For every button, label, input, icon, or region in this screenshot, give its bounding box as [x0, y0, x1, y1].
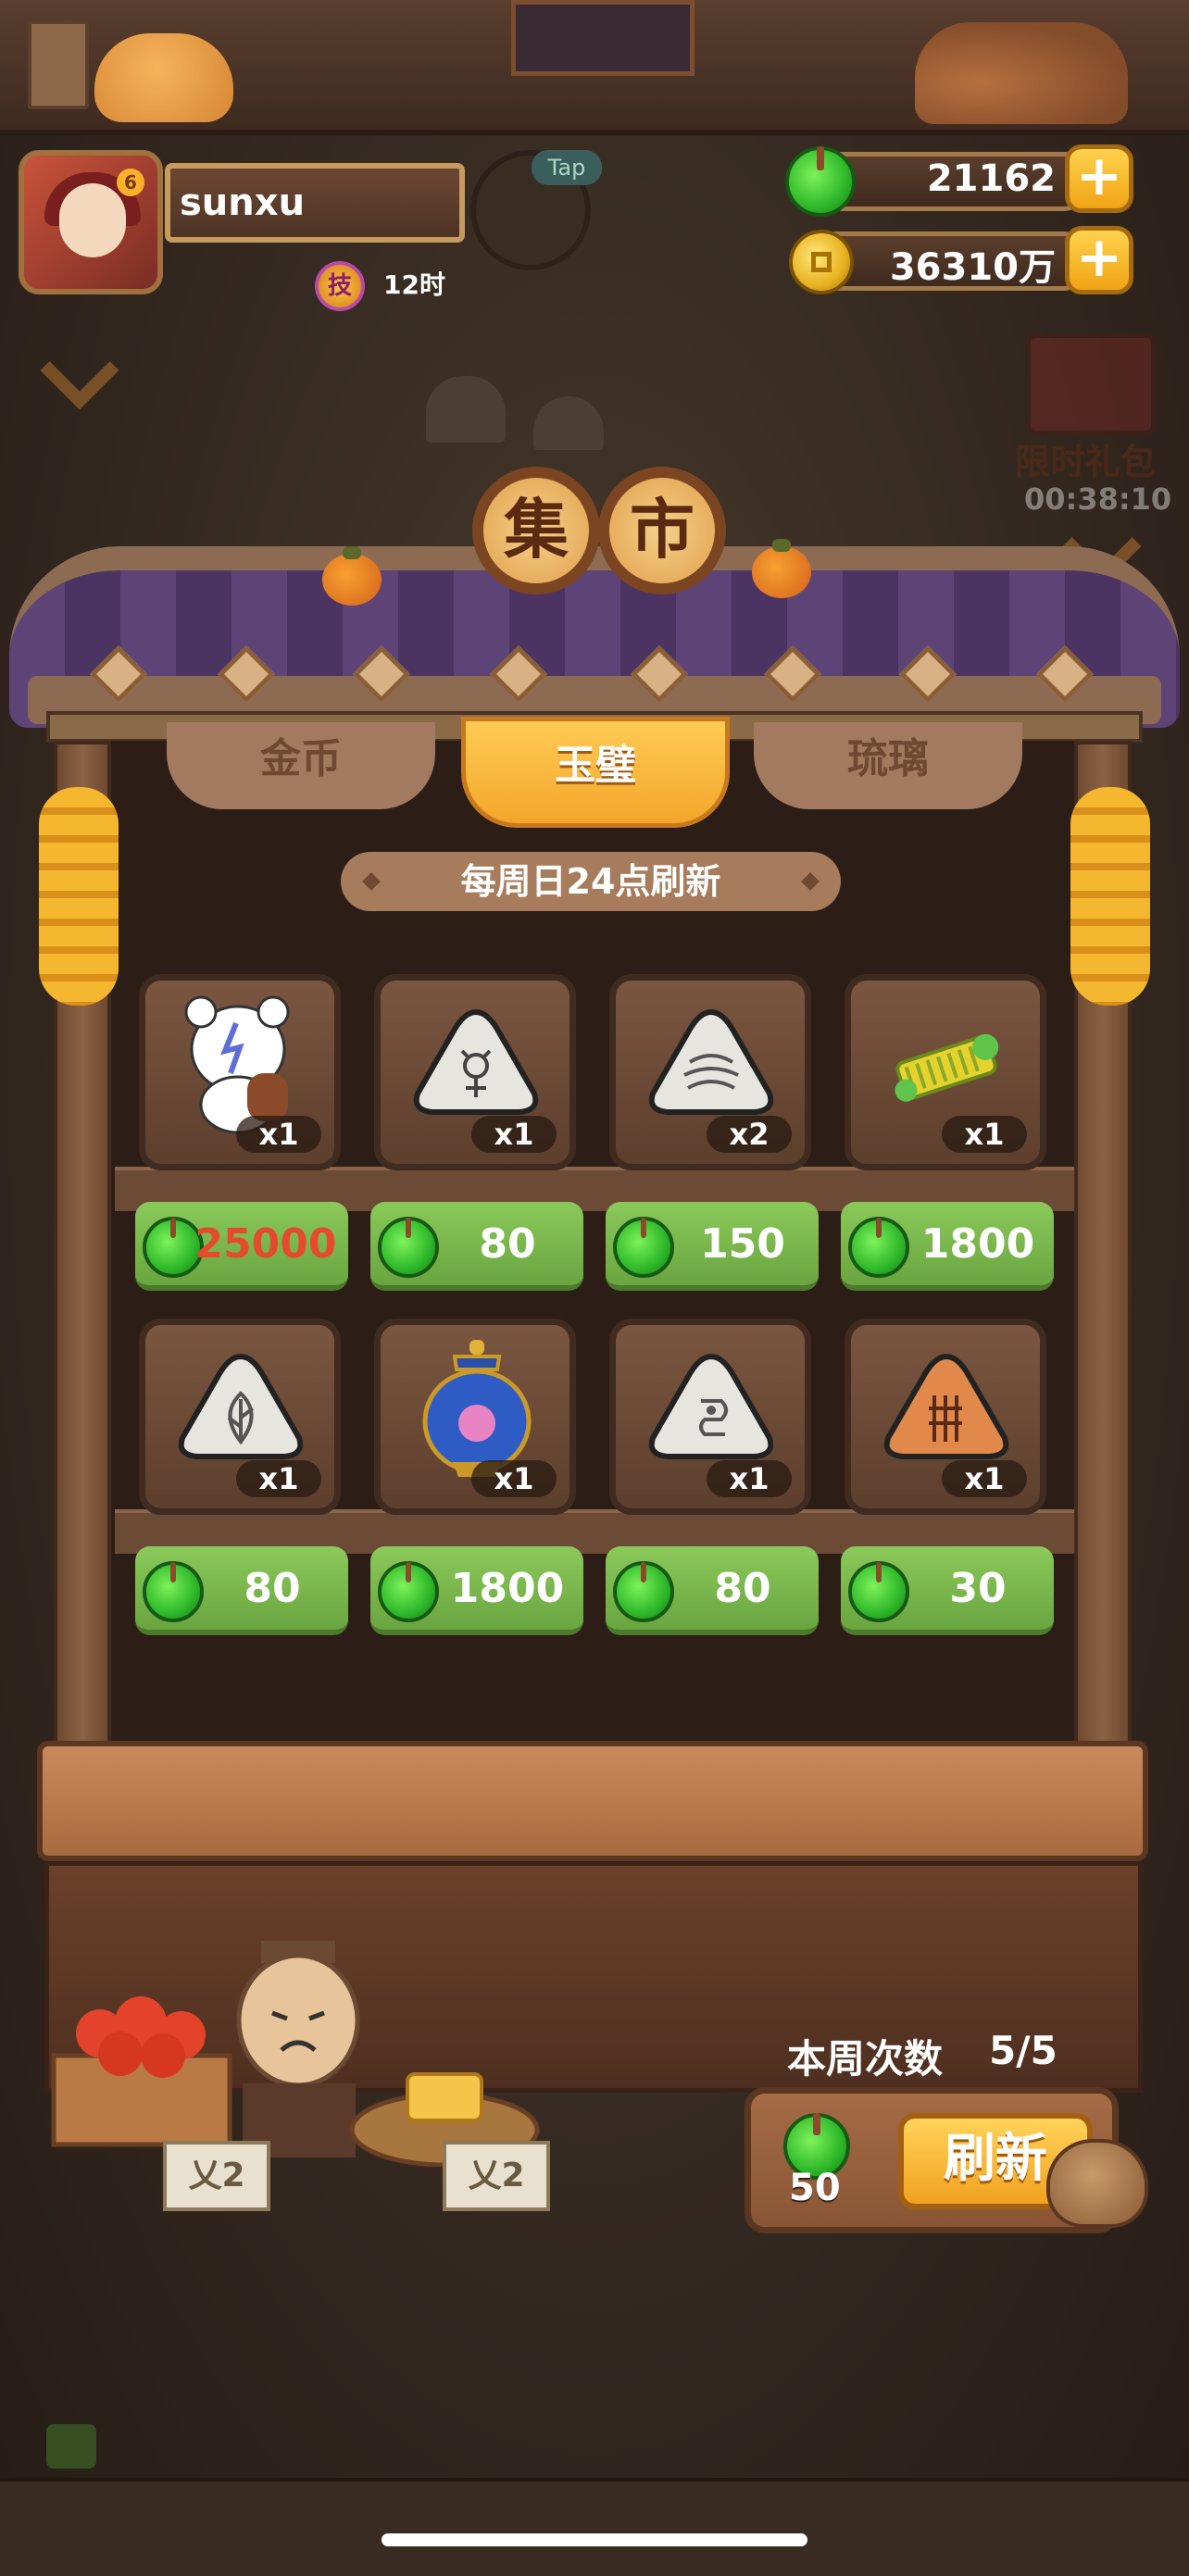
- hanging-corn-icon: [1070, 787, 1150, 1006]
- cat-mascot-icon: [94, 33, 233, 122]
- item-quantity: x1: [942, 1460, 1027, 1497]
- jade-currency-icon: [848, 1561, 909, 1622]
- tab-gold-coins[interactable]: 金币: [167, 722, 435, 809]
- price-button[interactable]: 1800: [841, 1202, 1054, 1291]
- price-sign: 乂2: [163, 2141, 270, 2211]
- price-button[interactable]: 80: [135, 1546, 348, 1635]
- ghost-figure-icon: [426, 376, 506, 443]
- player-avatar[interactable]: 6: [19, 150, 163, 294]
- price-button[interactable]: 1800: [370, 1546, 583, 1635]
- leaf-corner-icon[interactable]: [46, 2424, 96, 2469]
- price-button[interactable]: 150: [606, 1202, 819, 1291]
- item-quantity: x2: [707, 1116, 792, 1153]
- item-quantity: x1: [471, 1116, 557, 1153]
- item-slot[interactable]: x1: [609, 1319, 811, 1515]
- price-value: 80: [244, 1565, 301, 1612]
- price-value: 1800: [920, 1220, 1035, 1268]
- price-value: 30: [949, 1565, 1007, 1612]
- market-title-char-1: 集: [472, 467, 600, 594]
- price-sign: 乂2: [443, 2141, 550, 2211]
- item-slot[interactable]: x1: [374, 974, 576, 1170]
- jade-currency-icon: [378, 1217, 439, 1278]
- jade-comb-icon: [886, 1023, 1007, 1112]
- item-slot[interactable]: x2: [609, 974, 811, 1170]
- persimmon-icon: [752, 539, 811, 598]
- tap-label: Tap: [532, 150, 602, 185]
- item-slot[interactable]: x1: [374, 1319, 576, 1515]
- gift-box-icon[interactable]: [1026, 333, 1156, 435]
- bear-musician-icon: [181, 995, 301, 1134]
- add-coins-button[interactable]: +: [1065, 226, 1133, 294]
- stall-counter: [37, 1741, 1148, 1861]
- skill-icon[interactable]: 技: [315, 261, 365, 311]
- item-quantity: x1: [236, 1116, 321, 1153]
- tab-jade[interactable]: 玉璧: [461, 717, 730, 828]
- refresh-cost-value: 50: [789, 2167, 841, 2209]
- price-value: 80: [479, 1220, 536, 1268]
- weekly-refresh-count: 5/5: [989, 2028, 1058, 2073]
- sign-board-icon: [511, 0, 695, 76]
- skill-time-text: 12时: [383, 269, 445, 300]
- price-value: 80: [714, 1565, 771, 1612]
- price-value: 1800: [450, 1565, 565, 1612]
- price-value: 25000: [194, 1220, 337, 1268]
- item-quantity: x1: [707, 1460, 792, 1497]
- jade-currency-icon: [143, 1561, 204, 1622]
- bottom-bar: [0, 2478, 1189, 2576]
- tab-glass[interactable]: 琉璃: [754, 722, 1022, 809]
- item-quantity: x1: [471, 1460, 557, 1497]
- weekly-refresh-label: 本周次数: [787, 2036, 944, 2082]
- stone-tablet-spiral-icon: [645, 1353, 777, 1460]
- hanging-corn-icon: [39, 787, 119, 1006]
- price-button[interactable]: 30: [841, 1546, 1054, 1635]
- limited-gift-label: 限时礼包: [1015, 442, 1157, 482]
- price-button[interactable]: 80: [606, 1546, 819, 1635]
- jade-currency-icon: [378, 1561, 439, 1622]
- level-badge-icon: 6: [117, 169, 144, 196]
- item-slot[interactable]: x1: [845, 974, 1046, 1170]
- coin-balance-value: 36310万: [889, 246, 1056, 289]
- villagers-icon: [915, 22, 1128, 124]
- add-jade-button[interactable]: +: [1065, 144, 1133, 213]
- stone-tablet-leaf-icon: [175, 1353, 307, 1460]
- price-value: 150: [700, 1220, 785, 1268]
- jade-currency-icon: [848, 1217, 909, 1278]
- jade-currency-icon: [613, 1561, 674, 1622]
- clay-tablet-glyph-icon: [881, 1353, 1012, 1460]
- price-button[interactable]: 80: [370, 1202, 583, 1291]
- item-slot[interactable]: x1: [139, 1319, 341, 1515]
- stone-tablet-waves-icon: [645, 1008, 777, 1116]
- item-quantity: x1: [942, 1116, 1027, 1153]
- tomato-crate-icon: [44, 1972, 239, 2148]
- item-slot[interactable]: x1: [845, 1319, 1046, 1515]
- coin-currency-icon: [789, 230, 854, 294]
- stone-tablet-knot-icon: [410, 1008, 542, 1116]
- persimmon-icon: [322, 546, 382, 606]
- jade-currency-icon: [613, 1217, 674, 1278]
- player-name: sunxu: [165, 163, 465, 243]
- bun-pet-icon: [1046, 2139, 1148, 2228]
- jade-balance-value: 21162: [926, 157, 1056, 200]
- item-slot[interactable]: x1: [139, 974, 341, 1170]
- market-title-char-2: 市: [598, 467, 726, 594]
- jade-currency-icon: [785, 145, 856, 217]
- hanging-scroll-icon: [28, 20, 89, 109]
- home-indicator[interactable]: [382, 2533, 807, 2546]
- item-quantity: x1: [236, 1460, 321, 1497]
- price-button[interactable]: 25000: [135, 1202, 348, 1291]
- weekly-refresh-notice: 每周日24点刷新: [341, 852, 841, 911]
